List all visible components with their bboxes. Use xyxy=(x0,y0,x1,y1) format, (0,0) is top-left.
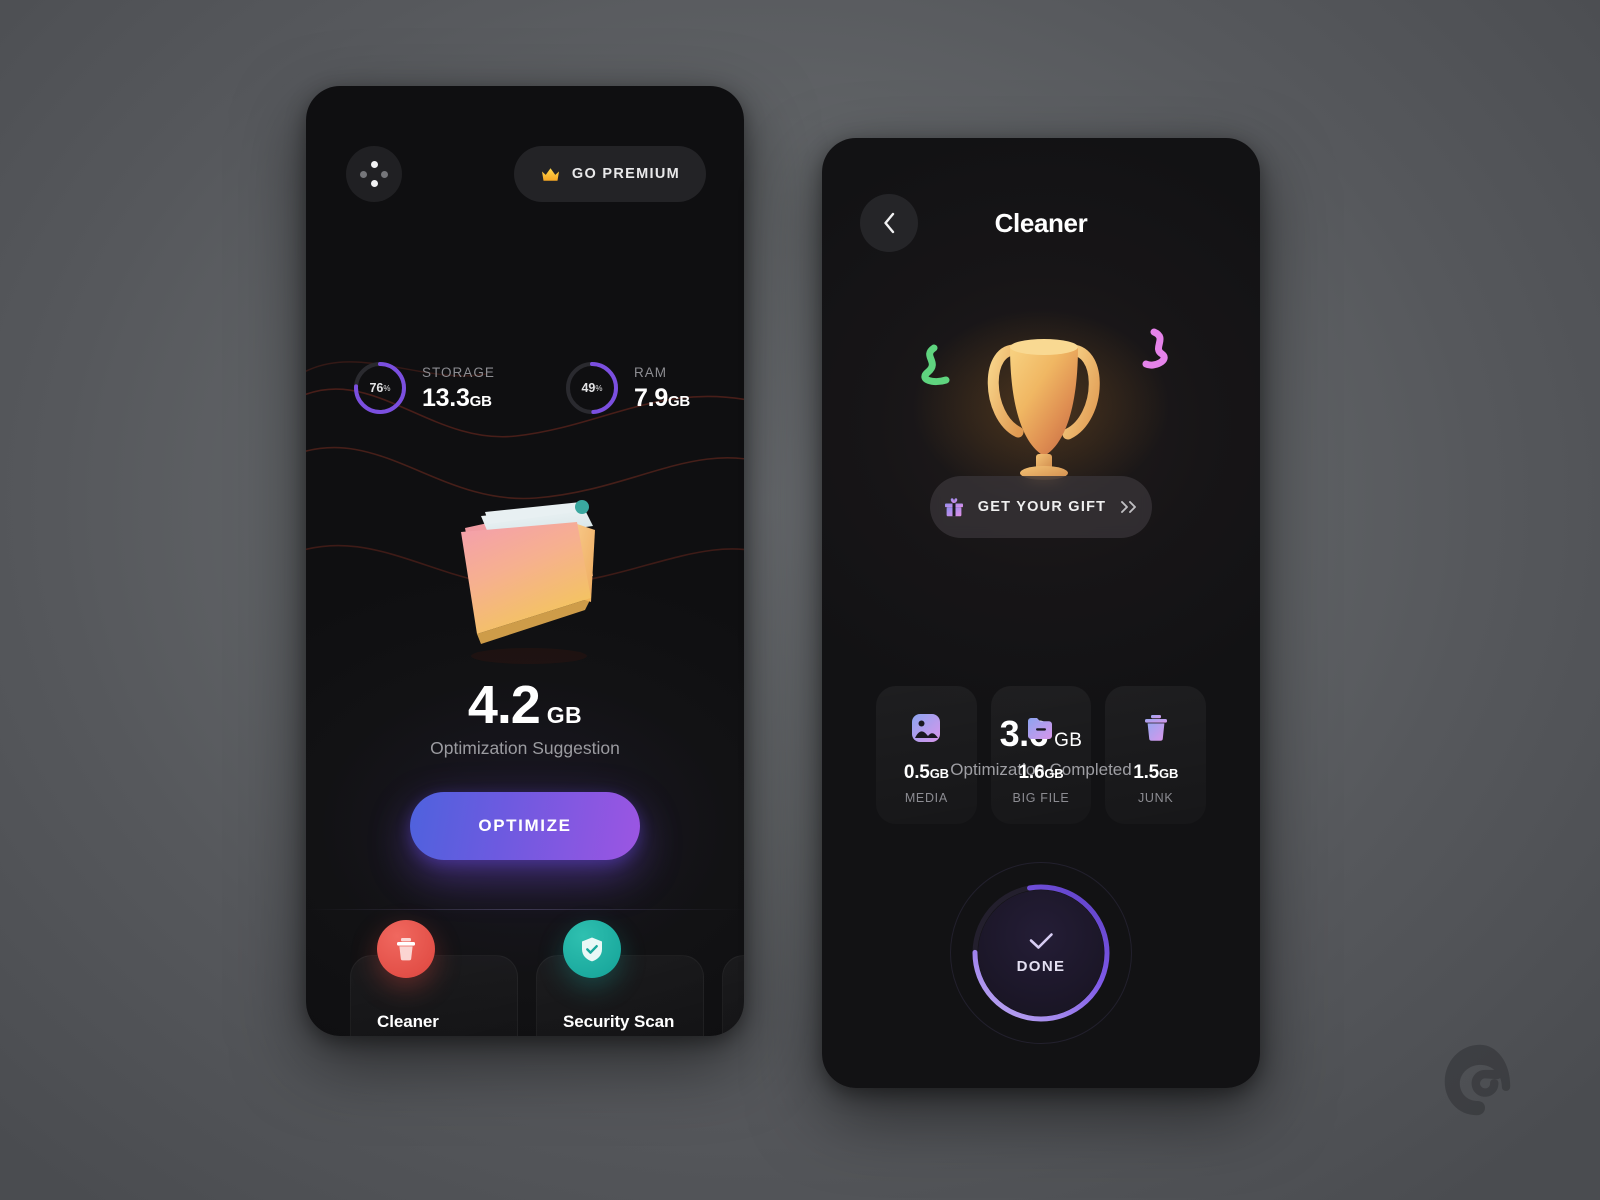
go-premium-button[interactable]: GO PREMIUM xyxy=(513,146,706,202)
phone-screen-dashboard: GO PREMIUM 76% STORAGE 13.3GB 49 % RAM 7… xyxy=(306,86,744,1036)
page-title: Cleaner xyxy=(994,207,1088,238)
storage-value: 13.3GB xyxy=(422,384,492,412)
feature-cards-row: Cleaner 17% Optimaze Security Scan Scan … xyxy=(350,920,744,1036)
storage-label: STORAGE xyxy=(422,365,495,380)
gift-icon xyxy=(944,498,963,517)
done-inner-face: DONE xyxy=(978,890,1104,1016)
menu-dot-bottom xyxy=(370,180,378,187)
gift-button-label: GET YOUR GIFT xyxy=(977,499,1107,515)
optimization-caption: Optimization Suggestion xyxy=(430,738,620,758)
optimize-button[interactable]: OPTIMIZE xyxy=(410,792,640,860)
get-your-gift-button[interactable]: GET YOUR GIFT xyxy=(930,476,1152,538)
feature-card-partial[interactable] xyxy=(722,955,744,1036)
crown-icon xyxy=(541,167,559,181)
big-file-label: BIG FILE xyxy=(1012,791,1070,805)
menu-dot-top xyxy=(370,161,378,168)
menu-dot-left xyxy=(360,170,367,178)
cleaner-top-bar: Cleaner xyxy=(860,194,1222,252)
media-value: 0.5GB xyxy=(903,762,949,783)
category-card-big-file[interactable]: 1.6GB BIG FILE xyxy=(990,686,1092,824)
folder-3d-illustration xyxy=(461,500,595,664)
category-card-media[interactable]: 0.5GB MEDIA xyxy=(876,686,977,824)
junk-value: 1.5GB xyxy=(1133,762,1179,783)
category-cards-row: 0.5GB MEDIA 1.6GB BIG FILE 1.5GB JUNK xyxy=(876,686,1207,824)
menu-dot-right xyxy=(381,170,388,178)
done-label: DONE xyxy=(1016,958,1066,975)
trash-icon xyxy=(377,920,435,978)
feature-card-security-scan[interactable]: Security Scan Scan for Viruses xyxy=(536,920,704,1036)
category-card-junk[interactable]: 1.5GB JUNK xyxy=(1105,686,1207,824)
trash-icon xyxy=(1144,715,1167,741)
cleaner-title: Cleaner xyxy=(377,1012,439,1031)
storage-progress-ring: 76% xyxy=(352,360,408,416)
done-button[interactable]: DONE xyxy=(950,862,1132,1044)
security-scan-title: Security Scan xyxy=(563,1012,675,1031)
go-premium-label: GO PREMIUM xyxy=(571,166,680,182)
section-divider xyxy=(306,909,744,910)
ram-percent: 49% xyxy=(581,381,603,395)
check-icon xyxy=(1029,933,1053,949)
junk-label: JUNK xyxy=(1137,791,1174,805)
optimization-amount: 4.2 GB xyxy=(467,675,583,735)
feature-card-cleaner[interactable]: Cleaner 17% Optimaze xyxy=(350,920,518,1036)
storage-percent: 76% xyxy=(369,381,391,395)
ram-value: 7.9GB xyxy=(634,384,691,412)
stat-storage: 76% STORAGE 13.3GB xyxy=(352,348,564,428)
four-dots-menu-icon[interactable] xyxy=(346,146,402,202)
ram-progress-ring: 49% xyxy=(564,360,620,416)
image-icon xyxy=(912,714,941,742)
peacock-logo xyxy=(1444,1044,1511,1116)
storage-ram-stats: 76% STORAGE 13.3GB 49% RAM 7.9GB xyxy=(352,348,704,428)
big-file-value: 1.6GB xyxy=(1018,762,1064,783)
double-chevron-right-icon xyxy=(1121,501,1137,513)
stat-ram: 49% RAM 7.9GB xyxy=(564,348,690,428)
ram-label: RAM xyxy=(634,365,668,380)
media-label: MEDIA xyxy=(904,791,948,805)
phone-screen-cleaner-result: Cleaner GET YOUR GIFT 0.5GB MEDIA 1.6GB … xyxy=(822,138,1260,1088)
shield-check-icon xyxy=(563,920,621,978)
dashboard-top-bar: GO PREMIUM xyxy=(346,146,706,202)
folder-icon xyxy=(1028,718,1052,739)
